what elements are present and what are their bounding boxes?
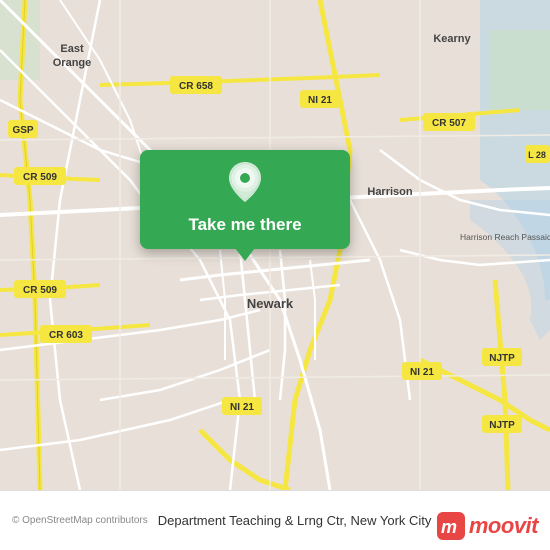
copyright-text: © OpenStreetMap contributors (12, 515, 148, 526)
svg-text:CR 509: CR 509 (23, 285, 57, 296)
svg-text:CR 507: CR 507 (432, 118, 466, 129)
svg-text:CR 658: CR 658 (179, 81, 213, 92)
map-container: CR 658 CR 507 CR 509 CR 508 CR 509 CR 60… (0, 0, 550, 490)
svg-text:NI 21: NI 21 (230, 402, 254, 413)
svg-text:Kearny: Kearny (433, 33, 471, 45)
bottom-bar: © OpenStreetMap contributors Department … (0, 490, 550, 550)
svg-text:NI 21: NI 21 (410, 367, 434, 378)
svg-text:Orange: Orange (53, 57, 92, 69)
location-pin-icon (227, 162, 263, 207)
svg-text:NJTP: NJTP (489, 353, 515, 364)
svg-text:CR 603: CR 603 (49, 330, 83, 341)
take-me-there-popup[interactable]: Take me there (140, 150, 350, 249)
moovit-logo: m moovit (437, 512, 538, 540)
svg-text:L 28: L 28 (528, 150, 546, 160)
moovit-brand-text: moovit (469, 513, 538, 539)
take-me-there-label: Take me there (188, 213, 301, 239)
svg-text:CR 509: CR 509 (23, 172, 57, 183)
svg-text:NI 21: NI 21 (308, 95, 332, 106)
svg-text:Harrison: Harrison (367, 186, 413, 198)
svg-text:Harrison Reach Passaic R: Harrison Reach Passaic R (460, 232, 550, 242)
svg-text:m: m (441, 517, 457, 537)
svg-text:East: East (60, 43, 84, 55)
svg-text:NJTP: NJTP (489, 420, 515, 431)
moovit-icon: m (437, 512, 465, 540)
svg-text:GSP: GSP (12, 125, 33, 136)
svg-text:Newark: Newark (247, 296, 294, 311)
